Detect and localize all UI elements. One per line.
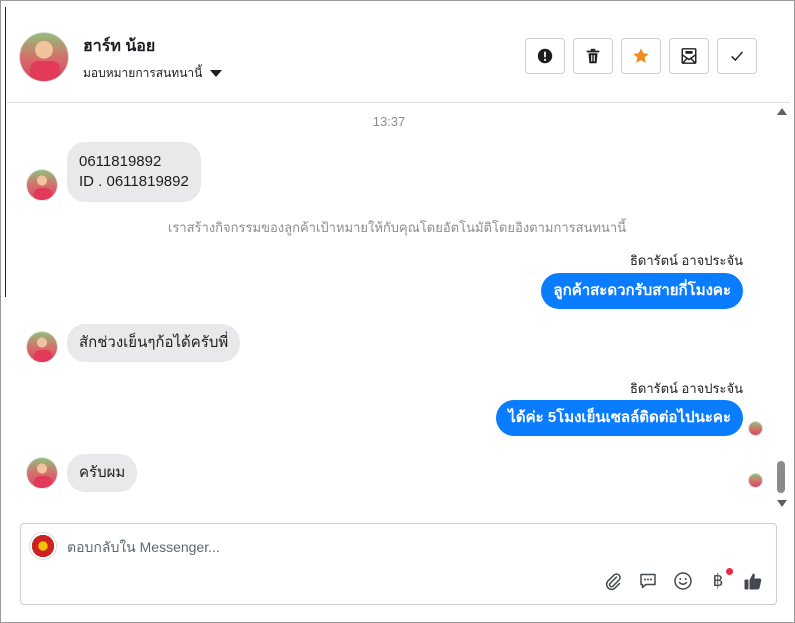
header-actions	[525, 38, 757, 74]
contact-name[interactable]: ฮาร์ท น้อย	[83, 34, 155, 59]
message-thread[interactable]: 13:37 0611819892 ID . 0611819892 เราสร้า…	[7, 104, 771, 514]
scroll-up-arrow-icon[interactable]	[777, 108, 787, 115]
incoming-message[interactable]: 0611819892 ID . 0611819892	[67, 142, 201, 202]
incoming-message[interactable]: ครับผม	[67, 454, 138, 492]
message-timestamp: 13:37	[372, 114, 406, 129]
contact-avatar-small	[26, 331, 58, 363]
outgoing-message[interactable]: ได้ค่ะ 5โมงเย็นเซลล์ติดต่อไปนะคะ	[496, 400, 743, 436]
attach-button[interactable]	[602, 570, 624, 592]
scroll-down-arrow-icon[interactable]	[777, 500, 787, 507]
sender-name: ธิดารัตน์ อาจประจัน	[629, 253, 743, 268]
like-button[interactable]	[742, 570, 764, 592]
assign-label: มอบหมายการสนทนานี้	[83, 66, 203, 80]
envelope-icon	[681, 48, 697, 64]
trash-icon	[586, 48, 600, 64]
mark-done-button[interactable]	[717, 38, 757, 74]
assign-conversation-dropdown[interactable]: มอบหมายการสนทนานี้	[83, 64, 223, 83]
scrollbar-thumb[interactable]	[777, 461, 785, 493]
delete-button[interactable]	[573, 38, 613, 74]
contact-avatar-small	[26, 169, 58, 201]
star-icon	[633, 48, 649, 63]
composer-tools: ฿	[602, 568, 764, 592]
conversation-panel: ฮาร์ท น้อย มอบหมายการสนทนานี้ 13:37 0611…	[0, 0, 795, 623]
system-note: เราสร้างกิจกรรมของลูกค้าเป้าหมายให้กับคุ…	[167, 220, 627, 235]
thumbs-up-icon	[744, 573, 762, 590]
paperclip-icon	[605, 573, 621, 591]
saved-replies-button[interactable]	[637, 570, 659, 592]
reply-composer: ฿	[20, 523, 777, 605]
outgoing-message[interactable]: ลูกค้าสะดวกรับสายกี่โมงคะ	[541, 273, 743, 309]
check-icon	[731, 51, 743, 62]
conversation-header: ฮาร์ท น้อย มอบหมายการสนทนานี้	[7, 7, 790, 103]
window-edge	[5, 7, 6, 297]
thread-scrollbar[interactable]	[775, 104, 789, 514]
message-line: 0611819892	[79, 153, 162, 170]
mark-unread-button[interactable]	[669, 38, 709, 74]
reply-input[interactable]	[67, 534, 667, 560]
seen-indicator-avatar	[748, 473, 763, 488]
incoming-message[interactable]: สักช่วงเย็นๆก้อได้ครับพี่	[67, 324, 241, 362]
contact-avatar-small	[26, 457, 58, 489]
caret-down-icon	[210, 70, 223, 77]
exclamation-circle-icon	[537, 48, 553, 64]
message-line: ID . 0611819892	[79, 173, 189, 190]
page-avatar	[29, 532, 57, 560]
emoji-button[interactable]	[672, 570, 694, 592]
seen-indicator-avatar	[748, 421, 763, 436]
spam-button[interactable]	[525, 38, 565, 74]
smiley-icon	[674, 572, 692, 590]
chat-bubble-icon	[640, 573, 656, 589]
payment-button[interactable]: ฿	[707, 568, 733, 592]
sender-name: ธิดารัตน์ อาจประจัน	[629, 381, 743, 396]
contact-avatar[interactable]	[19, 32, 69, 82]
star-button[interactable]	[621, 38, 661, 74]
baht-icon: ฿	[712, 571, 724, 590]
notification-dot	[726, 568, 733, 575]
